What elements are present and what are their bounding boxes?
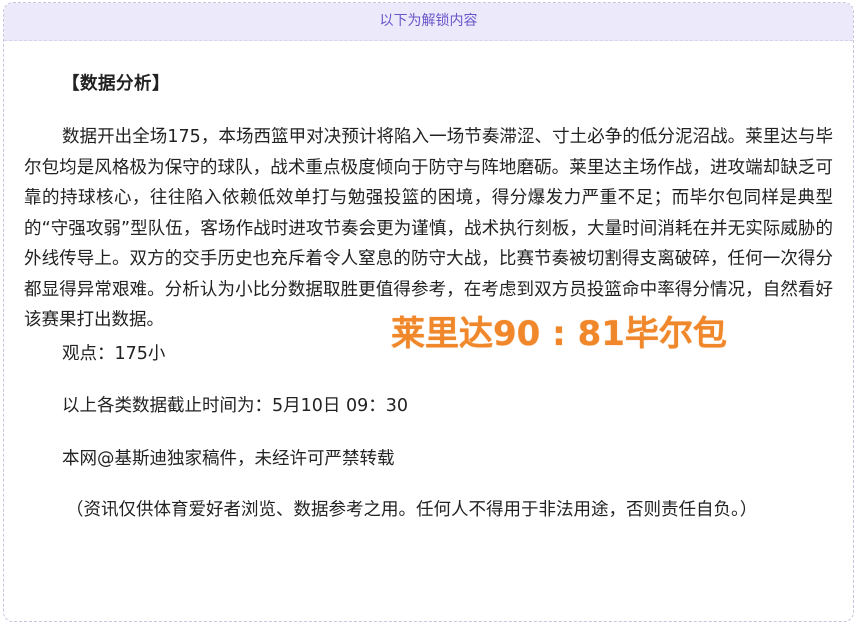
viewpoint-text: 观点：175小	[62, 344, 166, 364]
copyright-notice: 本网@基斯迪独家稿件，未经许可严禁转载	[62, 449, 395, 469]
analysis-paragraph: 数据开出全场175，本场西篮甲对决预计将陷入一场节奏滞涩、寸土必争的低分泥沼战。…	[24, 127, 833, 330]
score-overlay: 莱里达90 : 81毕尔包	[391, 314, 727, 354]
section-title: 【数据分析】	[62, 74, 170, 94]
disclaimer-text: （资讯仅供体育爱好者浏览、数据参考之用。任何人不得用于非法用途，否则责任自负。）	[66, 500, 758, 520]
data-cutoff-text: 以上各类数据截止时间为：5月10日 09：30	[62, 396, 408, 416]
unlocked-content-panel: 以下为解锁内容 【数据分析】 数据开出全场175，本场西篮甲对决预计将陷入一场节…	[3, 2, 854, 622]
unlock-banner: 以下为解锁内容	[4, 3, 853, 41]
